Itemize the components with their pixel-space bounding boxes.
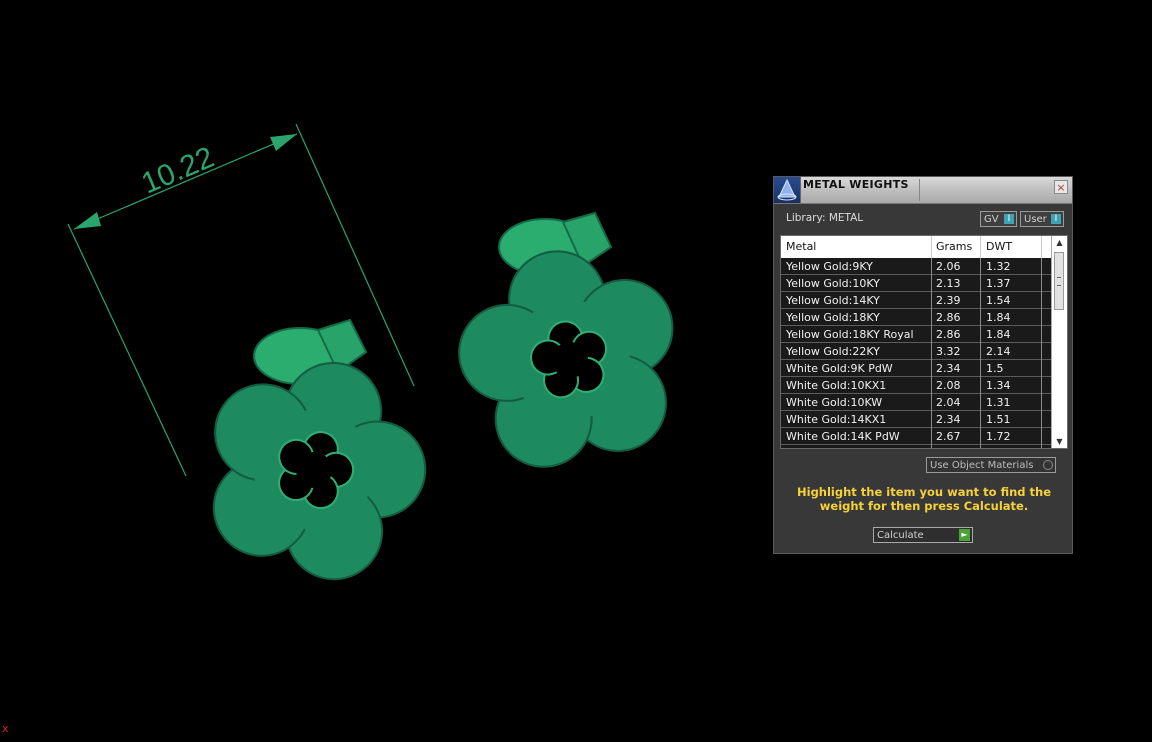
metal-cell: White Gold:14K PdW [786, 430, 900, 443]
metal-cell: White Gold:9K PdW [786, 362, 893, 375]
table-scrollbar[interactable]: ▲ ▼ [1051, 236, 1067, 448]
metal-cell: Yellow Gold:10KY [786, 277, 880, 290]
gv-toggle-button[interactable]: GV I [980, 211, 1017, 227]
use-object-materials-label: Use Object Materials [930, 460, 1034, 471]
panel-title: METAL WEIGHTS [803, 178, 909, 191]
table-row[interactable]: Yellow Gold:18KY Royal 2.86 1.84 [781, 326, 1051, 343]
dwt-cell: 1.37 [986, 277, 1011, 290]
metal-cell: Yellow Gold:22KY [786, 345, 880, 358]
metal-cell: White Gold:10KW [786, 396, 883, 409]
play-arrow-icon: ► [959, 529, 970, 541]
close-button[interactable]: × [1054, 180, 1068, 194]
table-row[interactable]: White Gold:14KX1 2.34 1.51 [781, 411, 1051, 428]
grams-cell: 2.06 [936, 260, 961, 273]
dwt-cell: 1.84 [986, 328, 1011, 341]
metal-cell: Yellow Gold:18KY [786, 311, 880, 324]
instructions-text: Highlight the item you want to find the … [797, 485, 1051, 513]
grams-cell: 2.86 [936, 328, 961, 341]
metal-cell: Yellow Gold:14KY [786, 294, 880, 307]
title-divider [919, 179, 920, 201]
library-label: Library: METAL [786, 212, 864, 224]
user-toggle-button[interactable]: User I [1020, 211, 1064, 227]
dwt-cell: 2.14 [986, 345, 1011, 358]
panel-titlebar[interactable]: METAL WEIGHTS × [774, 177, 1072, 204]
metal-cell: Yellow Gold:9KY [786, 260, 873, 273]
metal-weights-panel: METAL WEIGHTS × Library: METAL GV I User… [773, 176, 1073, 554]
table-row[interactable]: White Gold:10KX1 2.08 1.34 [781, 377, 1051, 394]
scroll-up-icon[interactable]: ▲ [1055, 238, 1064, 247]
dwt-cell: 1.51 [986, 413, 1011, 426]
table-row[interactable]: Yellow Gold:9KY 2.06 1.32 [781, 258, 1051, 275]
dwt-cell: 1.72 [986, 430, 1011, 443]
calculate-button[interactable]: Calculate ► [873, 527, 973, 543]
metal-table[interactable]: Metal Grams DWT Yellow Gold:9KY 2.06 1.32 Y… [780, 235, 1068, 449]
earring-right-model[interactable] [440, 211, 698, 482]
table-row[interactable]: White Gold:9K PdW 2.34 1.5 [781, 360, 1051, 377]
column-header-metal[interactable]: Metal [786, 240, 816, 253]
table-row[interactable]: Yellow Gold:14KY 2.39 1.54 [781, 292, 1051, 309]
scroll-down-icon[interactable]: ▼ [1055, 437, 1064, 446]
earring-left-model[interactable] [179, 318, 452, 600]
scroll-thumb[interactable] [1054, 252, 1064, 310]
radio-indicator-icon [1043, 460, 1053, 470]
table-row[interactable]: White Gold:14K PdW 2.67 1.72 [781, 428, 1051, 445]
grams-cell: 2.34 [936, 362, 961, 375]
dwt-cell: 1.5 [986, 362, 1004, 375]
dwt-cell: 1.54 [986, 294, 1011, 307]
grams-cell: 2.34 [936, 413, 961, 426]
info-icon: I [1004, 214, 1014, 224]
grams-cell: 2.13 [936, 277, 961, 290]
table-row[interactable]: Yellow Gold:10KY 2.13 1.37 [781, 275, 1051, 292]
table-header: Metal Grams DWT [781, 236, 1051, 258]
dwt-cell: 1.32 [986, 260, 1011, 273]
dwt-cell: 1.34 [986, 379, 1011, 392]
table-body: Yellow Gold:9KY 2.06 1.32 Yellow Gold:10KY 2… [781, 258, 1051, 445]
dimension-value: 10.22 [137, 141, 219, 201]
grams-cell: 2.67 [936, 430, 961, 443]
gv-label: GV [984, 214, 999, 225]
grams-cell: 3.32 [936, 345, 961, 358]
info-icon: I [1051, 214, 1061, 224]
use-object-materials-button[interactable]: Use Object Materials [926, 457, 1056, 473]
grams-cell: 2.08 [936, 379, 961, 392]
grams-cell: 2.86 [936, 311, 961, 324]
dwt-cell: 1.84 [986, 311, 1011, 324]
metal-cell: Yellow Gold:18KY Royal [786, 328, 914, 341]
table-row[interactable]: Yellow Gold:18KY 2.86 1.84 [781, 309, 1051, 326]
calculate-label: Calculate [877, 530, 924, 541]
dwt-cell: 1.31 [986, 396, 1011, 409]
table-row[interactable]: Yellow Gold:22KY 3.32 2.14 [781, 343, 1051, 360]
grams-cell: 2.04 [936, 396, 961, 409]
grams-cell: 2.39 [936, 294, 961, 307]
metal-cell: White Gold:10KX1 [786, 379, 887, 392]
column-header-dwt[interactable]: DWT [986, 240, 1012, 253]
user-label: User [1024, 214, 1047, 225]
app-logo-icon [774, 177, 801, 203]
column-header-grams[interactable]: Grams [936, 240, 972, 253]
axis-indicator: x [2, 722, 9, 735]
metal-cell: White Gold:14KX1 [786, 413, 887, 426]
table-row[interactable]: White Gold:10KW 2.04 1.31 [781, 394, 1051, 411]
